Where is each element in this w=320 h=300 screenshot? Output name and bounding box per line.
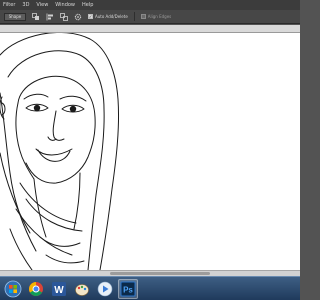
- options-divider: [133, 12, 135, 21]
- media-player-icon[interactable]: [95, 279, 115, 299]
- options-bar: Shape ✓ Auto Add/Delete Align Edges: [0, 10, 300, 24]
- left-pupil: [33, 104, 41, 112]
- paint-icon[interactable]: [72, 279, 92, 299]
- menu-window[interactable]: Window: [55, 0, 75, 10]
- shape-select-label: Shape: [8, 14, 22, 19]
- menu-view[interactable]: View: [36, 0, 48, 10]
- line-art-portrait: [0, 33, 120, 270]
- svg-text:W: W: [54, 285, 64, 296]
- scrollbar-thumb[interactable]: [110, 272, 210, 275]
- path-operations-icon[interactable]: [32, 12, 40, 21]
- photoshop-window: Filter 3D View Window Help Shape ✓ Auto …: [0, 0, 300, 300]
- document-canvas[interactable]: [0, 33, 300, 270]
- align-edges-checkbox[interactable]: [140, 14, 146, 19]
- shape-select[interactable]: Shape: [4, 12, 26, 21]
- horizontal-ruler: [0, 25, 300, 40]
- word-icon[interactable]: W: [49, 279, 69, 299]
- taskbar: W Ps: [0, 276, 300, 300]
- gear-icon[interactable]: [74, 13, 82, 21]
- chrome-icon[interactable]: [26, 279, 46, 299]
- path-alignment-icon[interactable]: [46, 13, 54, 21]
- svg-text:Ps: Ps: [123, 285, 133, 294]
- menu-bar: Filter 3D View Window Help: [0, 0, 300, 10]
- menu-help[interactable]: Help: [82, 0, 93, 10]
- photoshop-icon[interactable]: Ps: [118, 278, 138, 299]
- menu-3d[interactable]: 3D: [22, 0, 29, 10]
- right-pupil: [69, 105, 77, 113]
- path-arrangement-icon[interactable]: [60, 12, 68, 21]
- auto-add-delete-label: Auto Add/Delete: [95, 14, 128, 19]
- menu-filter[interactable]: Filter: [3, 0, 15, 10]
- auto-add-delete-checkbox[interactable]: ✓: [88, 14, 93, 19]
- align-edges-label: Align Edges: [147, 14, 172, 19]
- start-orb-icon[interactable]: [3, 279, 23, 299]
